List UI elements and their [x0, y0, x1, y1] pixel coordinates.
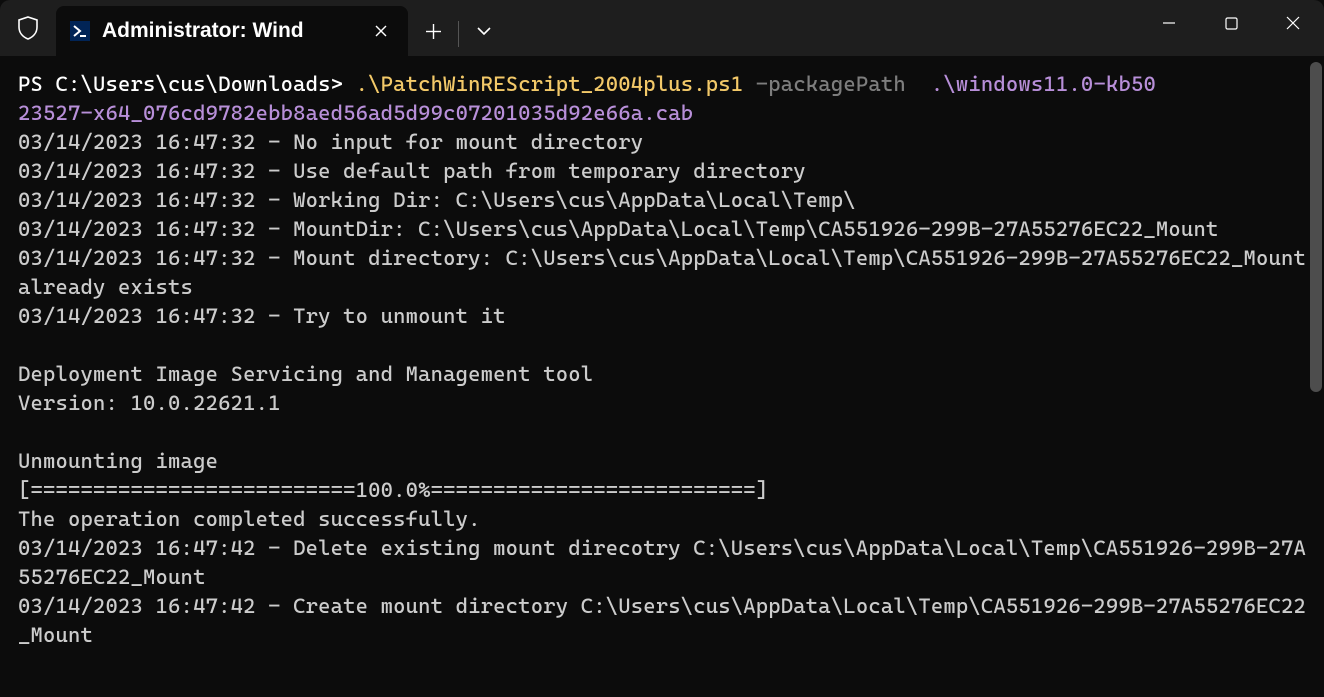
out-line: Deployment Image Servicing and Managemen…: [18, 362, 593, 386]
close-window-button[interactable]: [1262, 0, 1324, 46]
tab-dropdown-button[interactable]: [459, 6, 509, 56]
shield-icon: [0, 0, 56, 56]
new-tab-button[interactable]: [408, 6, 458, 56]
scrollbar-thumb[interactable]: [1310, 62, 1322, 392]
out-line: 03/14/2023 16:47:42 - Delete existing mo…: [18, 536, 1306, 589]
titlebar: Administrator: Wind: [0, 0, 1324, 56]
out-line: 03/14/2023 16:47:42 - Create mount direc…: [18, 594, 1306, 647]
powershell-icon: [70, 21, 90, 41]
out-line: 03/14/2023 16:47:32 - Working Dir: C:\Us…: [18, 188, 856, 212]
out-line: 03/14/2023 16:47:32 - No input for mount…: [18, 130, 643, 154]
maximize-button[interactable]: [1200, 0, 1262, 46]
minimize-button[interactable]: [1138, 0, 1200, 46]
terminal-output[interactable]: PS C:\Users\cus\Downloads> .\PatchWinRES…: [0, 56, 1324, 664]
out-line: The operation completed successfully.: [18, 507, 481, 531]
command-param: -packagePath: [743, 72, 918, 96]
out-line: Version: 10.0.22621.1: [18, 391, 281, 415]
out-line: Unmounting image: [18, 449, 218, 473]
command-arg2: 23527-x64_076cd9782ebb8aed56ad5d99c07201…: [18, 101, 693, 125]
out-line: [==========================100.0%=======…: [18, 478, 768, 502]
command-script: .\PatchWinREScript_2004plus.ps1: [356, 72, 744, 96]
active-tab[interactable]: Administrator: Wind: [56, 6, 408, 56]
tab-title: Administrator: Wind: [102, 19, 356, 43]
window-controls: [1138, 0, 1324, 46]
out-line: 03/14/2023 16:47:32 - MountDir: C:\Users…: [18, 217, 1218, 241]
out-line: 03/14/2023 16:47:32 - Mount directory: C…: [18, 246, 1319, 299]
out-line: 03/14/2023 16:47:32 - Use default path f…: [18, 159, 806, 183]
prompt: PS C:\Users\cus\Downloads>: [18, 72, 356, 96]
command-arg1: .\windows11.0-kb50: [918, 72, 1156, 96]
tab-close-button[interactable]: [368, 18, 394, 44]
out-line: 03/14/2023 16:47:32 - Try to unmount it: [18, 304, 506, 328]
